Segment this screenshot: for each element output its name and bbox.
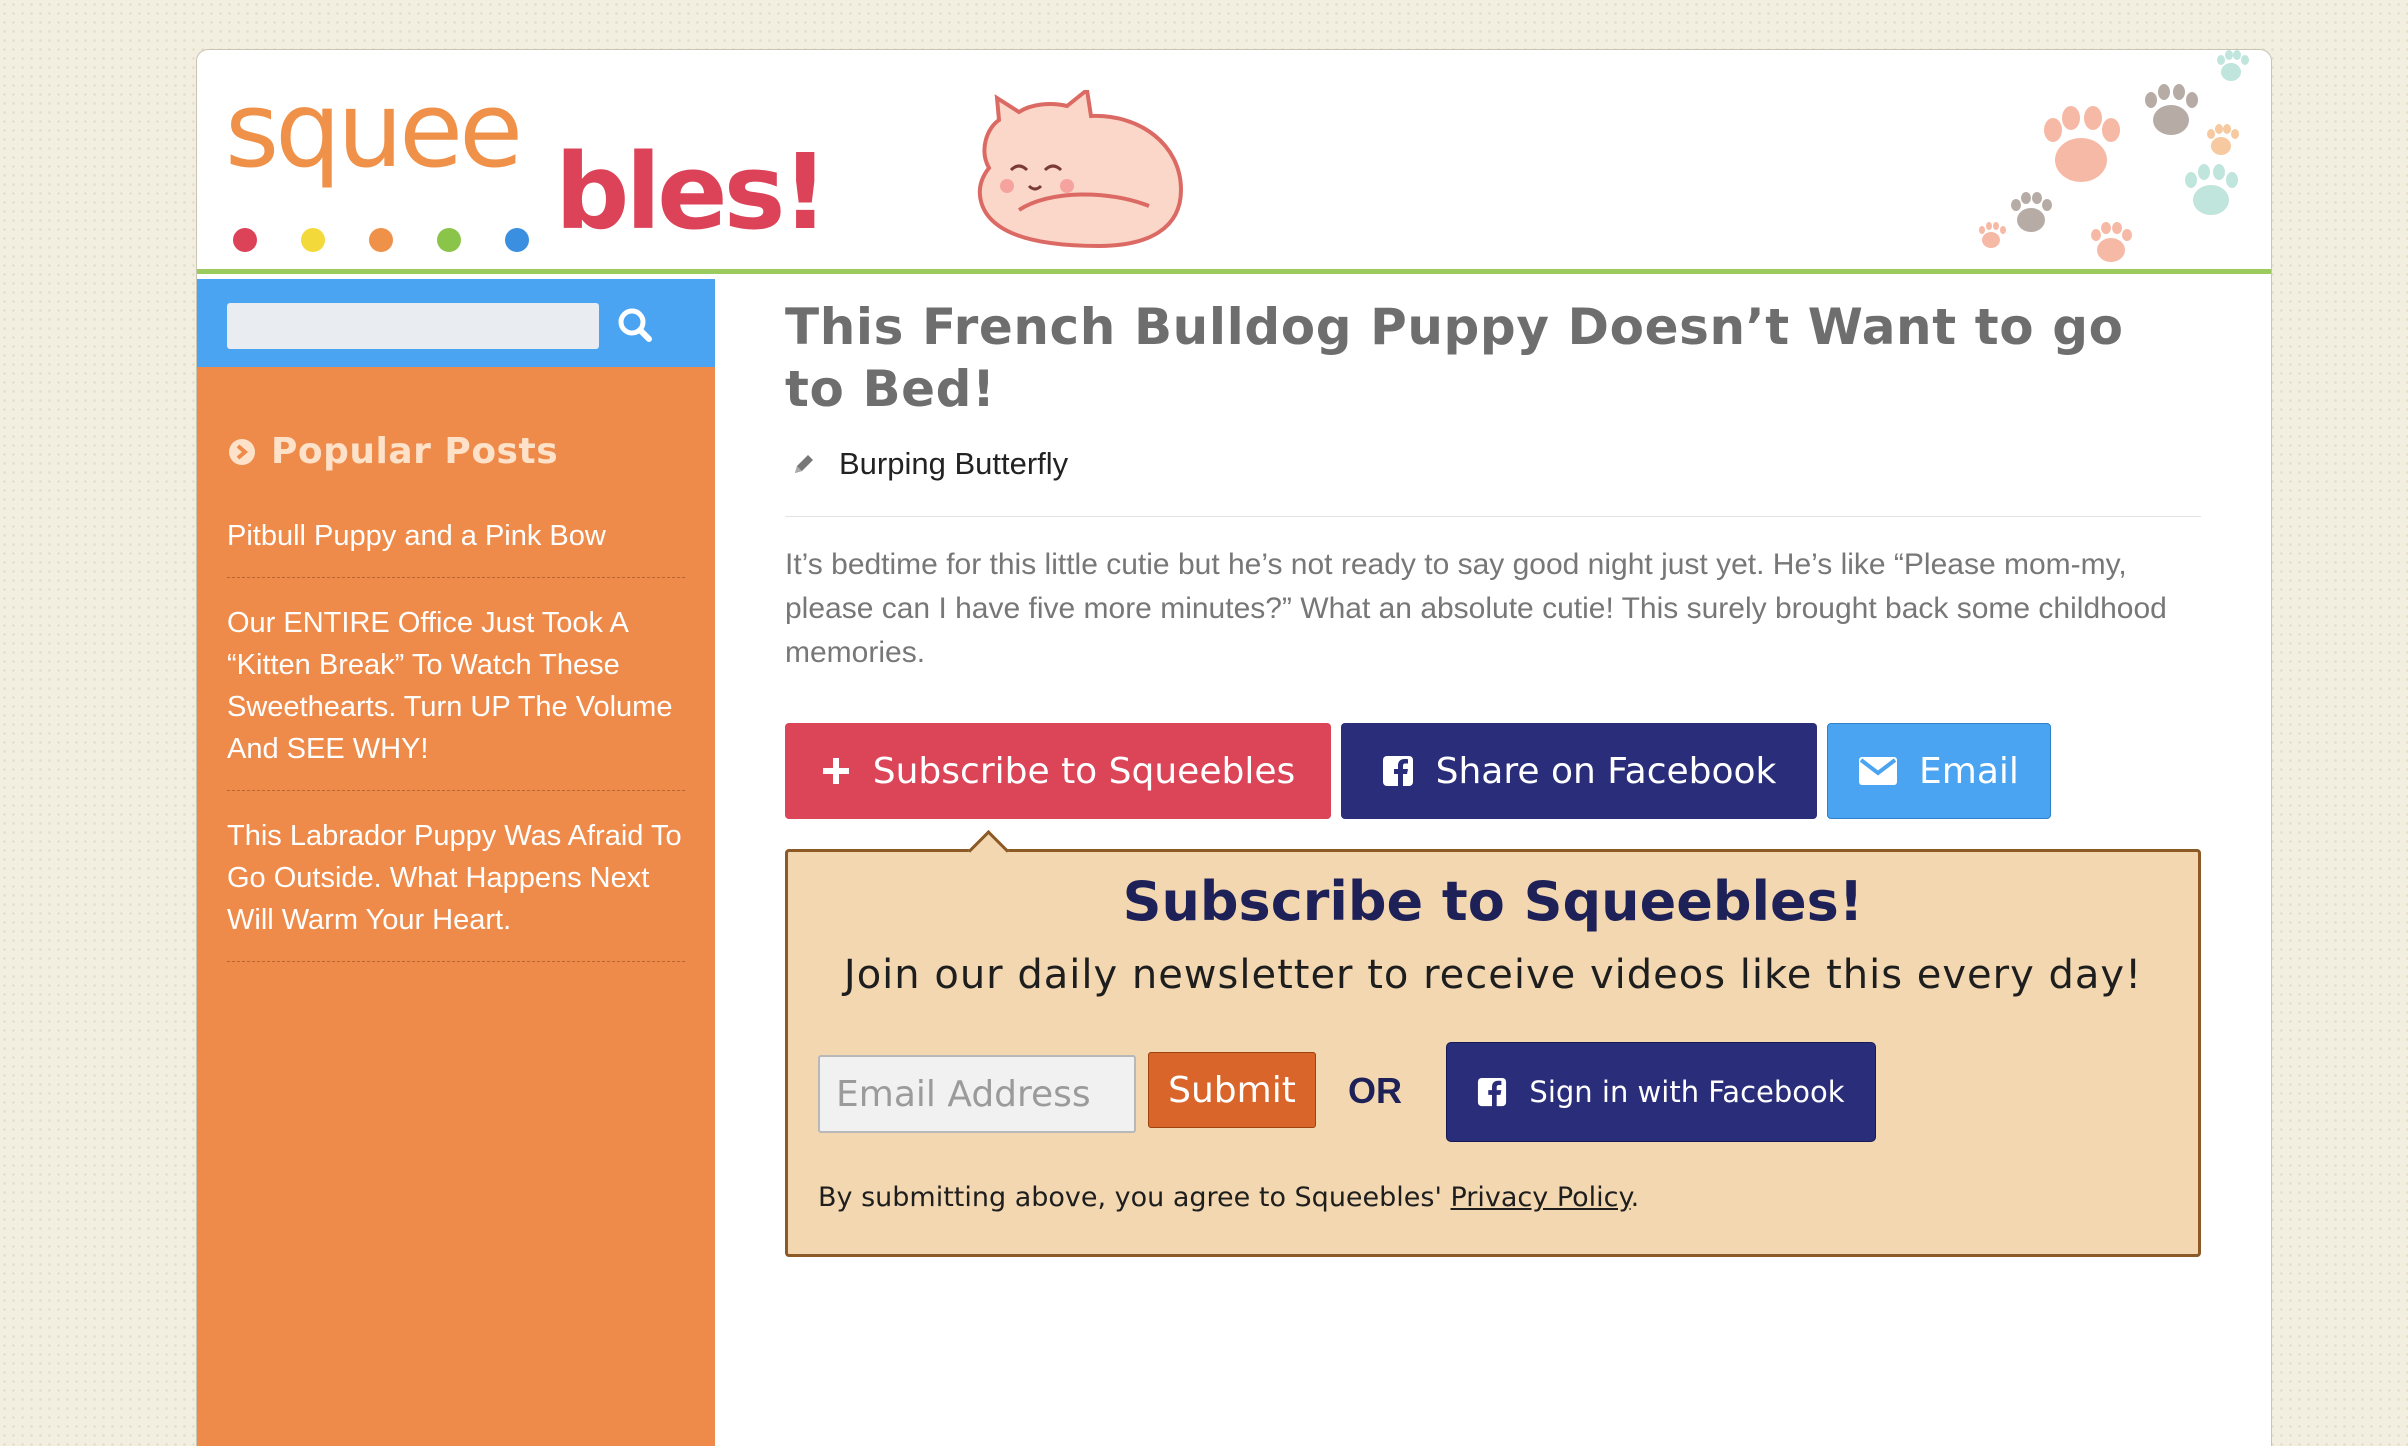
article-title: This French Bulldog Puppy Doesn’t Want t… (785, 298, 2124, 418)
facebook-icon (1382, 756, 1413, 787)
subscribe-button-label: Subscribe to Squeebles (872, 750, 1296, 792)
logo-dot (301, 228, 325, 252)
circle-arrow-right-icon (229, 438, 255, 465)
popular-post-link[interactable]: Pitbull Puppy and a Pink Bow (227, 509, 685, 578)
search-bar (197, 279, 715, 367)
facebook-signin-label: Sign in with Facebook (1529, 1075, 1845, 1109)
logo-dot (437, 228, 461, 252)
article-author: Burping Butterfly (785, 444, 2201, 484)
sidebar: Popular Posts Pitbull Puppy and a Pink B… (197, 279, 715, 1446)
email-address-input[interactable] (818, 1055, 1136, 1133)
subscribe-panel-title: Subscribe to Squeebles! (1122, 870, 1864, 933)
share-facebook-label: Share on Facebook (1435, 750, 1777, 792)
site-header: squee bles! (197, 50, 2271, 274)
logo-dot (369, 228, 393, 252)
popular-post-link[interactable]: Our ENTIRE Office Just Took A “Kitten Br… (227, 596, 685, 791)
envelope-icon (1859, 757, 1898, 785)
search-icon[interactable] (611, 301, 659, 349)
logo-text-top: squee (225, 69, 523, 191)
article-body: It’s bedtime for this little cutie but h… (785, 548, 2167, 669)
share-email-button[interactable]: Email (1827, 723, 2051, 819)
author-name[interactable]: Burping Butterfly (839, 446, 1068, 482)
search-input[interactable] (227, 303, 599, 349)
legal-notice: By submitting above, you agree to Squeeb… (818, 1182, 1639, 1213)
pencil-icon (795, 455, 813, 473)
share-buttons: Subscribe to Squeebles Share on Facebook… (785, 723, 2201, 819)
popular-post-link[interactable]: This Labrador Puppy Was Afraid To Go Out… (227, 809, 685, 962)
logo-text-bottom: bles! (555, 131, 829, 253)
or-separator: OR (1348, 1070, 1402, 1111)
paw-prints-decoration-icon (1979, 50, 2249, 262)
facebook-icon (1478, 1077, 1507, 1107)
popular-posts-heading: Popular Posts (227, 431, 558, 472)
page-frame: squee bles! Popular Posts Pitbull Puppy … (196, 49, 2272, 1446)
article: This French Bulldog Puppy Doesn’t Want t… (785, 296, 2201, 1257)
subscribe-panel: Subscribe to Squeebles! Join our daily n… (785, 829, 2201, 1257)
popular-posts-list: Pitbull Puppy and a Pink Bow Our ENTIRE … (227, 509, 685, 980)
logo-dot (505, 228, 529, 252)
subscribe-button[interactable]: Subscribe to Squeebles (785, 723, 1331, 819)
facebook-signin-button[interactable]: Sign in with Facebook (1446, 1042, 1876, 1142)
privacy-policy-link[interactable]: Privacy Policy (1451, 1182, 1631, 1213)
callout-pointer (967, 829, 1010, 872)
popular-posts-title: Popular Posts (271, 431, 559, 472)
logo-dot (233, 228, 257, 252)
share-email-label: Email (1919, 750, 2019, 792)
legal-text: By submitting above, you agree to Squeeb… (818, 1182, 1442, 1213)
sleeping-cat-logo-icon (978, 90, 1184, 249)
submit-button[interactable]: Submit (1148, 1052, 1316, 1128)
share-facebook-button[interactable]: Share on Facebook (1341, 723, 1817, 819)
divider (785, 516, 2201, 517)
legal-suffix: . (1630, 1182, 1640, 1213)
site-logo[interactable]: squee bles! (225, 78, 985, 278)
plus-icon (822, 758, 849, 784)
subscribe-panel-subtitle: Join our daily newsletter to receive vid… (843, 952, 2143, 998)
